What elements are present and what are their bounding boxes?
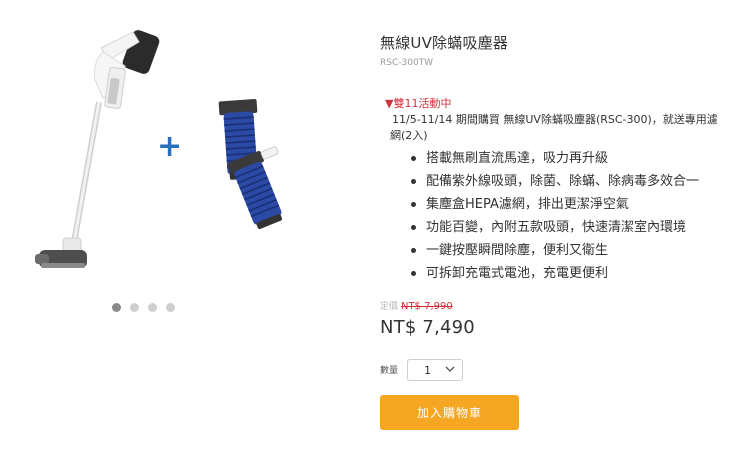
promo-title: ▼雙11活動中 (385, 97, 452, 110)
promo-description: 11/5-11/14 期間購買 無線UV除蟎吸塵器(RSC-300)，就送專用濾… (390, 113, 718, 142)
feature-item: 配備紫外線吸頭，除菌、除蟎、除病毒多效合一 (408, 170, 699, 193)
carousel-dot-2[interactable] (130, 303, 139, 312)
feature-item: 功能百變，內附五款吸頭，快速清潔室內環境 (408, 216, 699, 239)
original-price-value: NT$ 7,990 (401, 301, 453, 312)
quantity-select[interactable]: 1 (407, 359, 463, 381)
feature-item: 集塵盒HEPA濾網，排出更潔淨空氣 (408, 193, 699, 216)
add-to-cart-button[interactable]: 加入購物車 (380, 395, 519, 430)
product-image[interactable]: + (29, 18, 351, 290)
product-sku: RSC-300TW (380, 58, 434, 68)
carousel-dot-4[interactable] (166, 303, 175, 312)
quantity-value: 1 (424, 363, 431, 377)
product-image-graphic: + (35, 30, 283, 268)
feature-item: 一鍵按壓瞬間除塵，便利又衛生 (408, 239, 699, 262)
image-carousel-dots (112, 303, 175, 312)
chevron-down-icon (445, 366, 455, 372)
quantity-label: 數量 (380, 366, 399, 376)
plus-symbol: + (157, 129, 182, 164)
carousel-dot-1[interactable] (112, 303, 121, 312)
sale-price: NT$ 7,490 (380, 317, 475, 338)
feature-item: 可拆卸充電式電池，充電更便利 (408, 262, 699, 285)
feature-list: 搭載無刷直流馬達，吸力再升級 配備紫外線吸頭，除菌、除蟎、除病毒多效合一 集塵盒… (408, 147, 699, 285)
feature-item: 搭載無刷直流馬達，吸力再升級 (408, 147, 699, 170)
vacuum-illustration (35, 30, 160, 268)
carousel-dot-3[interactable] (148, 303, 157, 312)
original-price: 定價 NT$ 7,990 (380, 299, 453, 312)
product-title: 無線UV除蟎吸塵器 (380, 34, 509, 52)
original-price-label: 定價 (380, 302, 399, 312)
